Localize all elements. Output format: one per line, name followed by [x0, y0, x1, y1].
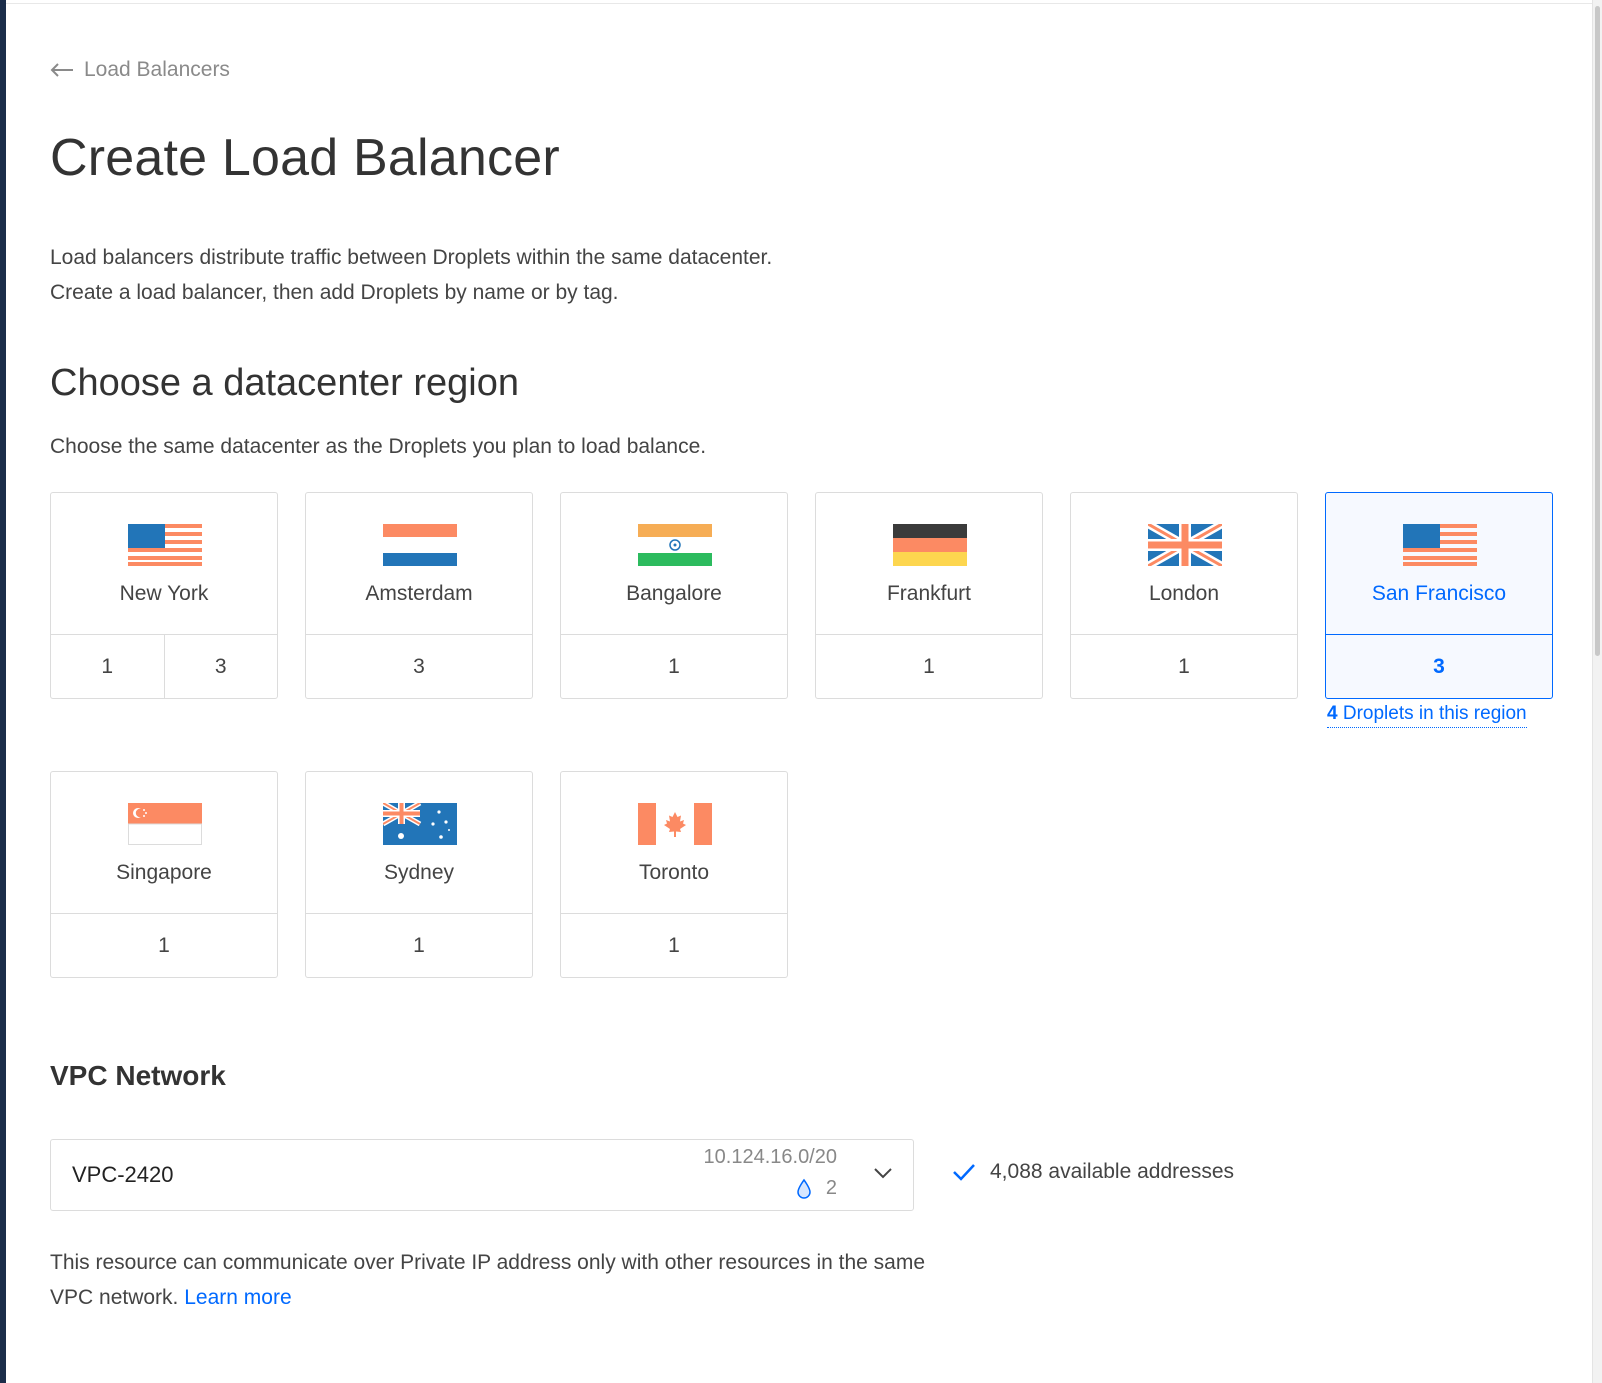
region-section-subtitle: Choose the same datacenter as the Drople…: [50, 435, 707, 458]
australia-flag-icon: [383, 803, 457, 845]
vpc-selected-name: VPC-2420: [72, 1162, 174, 1187]
region-name: New York: [119, 582, 209, 605]
vpc-network-select[interactable]: VPC-2420 10.124.16.0/20 2: [50, 1139, 914, 1211]
region-card-san-francisco[interactable]: San Francisco 3: [1325, 492, 1553, 699]
region-card-amsterdam[interactable]: Amsterdam 3: [305, 492, 533, 699]
vpc-section-title: VPC Network: [50, 1060, 226, 1091]
india-flag-icon: [638, 524, 712, 566]
vpc-available-addresses: 4,088 available addresses: [952, 1160, 1234, 1184]
region-name: London: [1148, 582, 1220, 605]
uk-flag-icon: [1148, 524, 1222, 566]
region-card-singapore[interactable]: Singapore 1: [50, 771, 278, 978]
region-name: Frankfurt: [886, 582, 972, 605]
intro-text: Load balancers distribute traffic betwee…: [50, 240, 772, 310]
vpc-note-text: This resource can communicate over Priva…: [50, 1251, 926, 1309]
region-card-bangalore[interactable]: Bangalore 1: [560, 492, 788, 699]
sidebar-edge: [0, 0, 6, 1383]
page-title: Create Load Balancer: [50, 129, 560, 187]
datacenter-option[interactable]: 3: [163, 635, 278, 698]
vpc-resource-count: 2: [796, 1177, 837, 1200]
region-name: Bangalore: [626, 582, 722, 605]
droplets-in-region-link[interactable]: 4 Droplets in this region: [1327, 703, 1527, 728]
datacenter-option[interactable]: 1: [561, 914, 787, 977]
datacenter-option[interactable]: 1: [51, 914, 277, 977]
datacenter-option[interactable]: 3: [1326, 635, 1552, 698]
droplets-text: Droplets in this region: [1337, 703, 1527, 724]
intro-line-2: Create a load balancer, then add Droplet…: [50, 281, 619, 304]
region-card-frankfurt[interactable]: Frankfurt 1: [815, 492, 1043, 699]
datacenter-option[interactable]: 1: [1071, 635, 1297, 698]
region-name: San Francisco: [1371, 582, 1507, 605]
scrollbar-thumb[interactable]: [1595, 6, 1600, 656]
back-link-label: Load Balancers: [84, 58, 230, 81]
learn-more-link[interactable]: Learn more: [184, 1286, 291, 1309]
region-name: Toronto: [638, 861, 710, 884]
top-border: [6, 0, 1592, 4]
region-name: Amsterdam: [365, 582, 473, 605]
region-card-toronto[interactable]: Toronto 1: [560, 771, 788, 978]
canada-flag-icon: [638, 803, 712, 845]
germany-flag-icon: [893, 524, 967, 566]
datacenter-option[interactable]: 3: [306, 635, 532, 698]
us-flag-icon: [1403, 524, 1477, 566]
region-card-london[interactable]: London 1: [1070, 492, 1298, 699]
scrollbar[interactable]: [1592, 0, 1602, 1383]
datacenter-option[interactable]: 1: [306, 914, 532, 977]
intro-line-1: Load balancers distribute traffic betwee…: [50, 246, 773, 269]
chevron-down-icon: [874, 1168, 892, 1179]
region-card-sydney[interactable]: Sydney 1: [305, 771, 533, 978]
datacenter-option[interactable]: 1: [561, 635, 787, 698]
region-name: Singapore: [116, 861, 212, 884]
netherlands-flag-icon: [383, 524, 457, 566]
us-flag-icon: [128, 524, 202, 566]
vpc-resource-count-value: 2: [825, 1177, 837, 1199]
region-section-title: Choose a datacenter region: [50, 362, 519, 404]
arrow-left-icon: [50, 63, 73, 77]
back-link[interactable]: Load Balancers: [50, 58, 230, 82]
region-name: Sydney: [383, 861, 455, 884]
vpc-cidr: 10.124.16.0/20: [703, 1146, 837, 1168]
region-card-new-york[interactable]: New York 1 3: [50, 492, 278, 699]
vpc-note: This resource can communicate over Priva…: [50, 1245, 930, 1315]
check-icon: [953, 1164, 975, 1181]
singapore-flag-icon: [128, 803, 202, 845]
droplets-count: 4: [1327, 703, 1338, 724]
vpc-available-text: 4,088 available addresses: [990, 1160, 1235, 1183]
datacenter-option[interactable]: 1: [816, 635, 1042, 698]
droplet-icon: [797, 1178, 811, 1199]
datacenter-option[interactable]: 1: [51, 635, 164, 698]
